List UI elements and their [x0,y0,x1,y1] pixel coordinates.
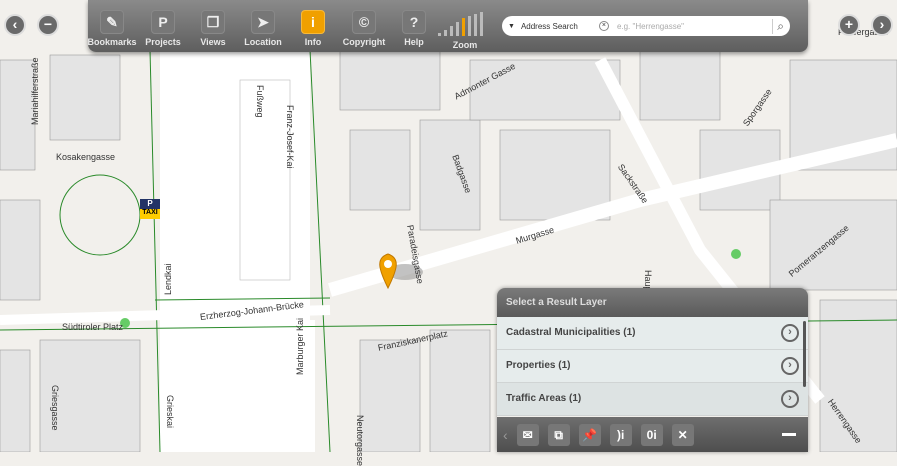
pan-left-button[interactable]: ‹ [4,14,26,36]
help-icon: ? [402,10,426,34]
search-mode-select[interactable]: Address Search [521,22,599,31]
search-icon[interactable]: ⌕ [772,18,784,34]
label: Location [244,37,282,47]
location-arrow-icon: ➤ [251,10,275,34]
copyright-button[interactable]: © Copyright [339,10,389,47]
panel-title: Select a Result Layer [497,288,808,317]
bookmarks-button[interactable]: ✎ Bookmarks [87,10,137,47]
result-row[interactable]: Properties (1) › [497,350,808,383]
zoom-label: Zoom [452,40,478,50]
info-icon: i [301,10,325,34]
result-layer-panel: Select a Result Layer Cadastral Municipa… [497,288,808,452]
chevron-right-icon[interactable]: › [781,390,799,408]
street-label: Mariahilferstraße [30,57,40,125]
dropdown-icon[interactable]: ▼ [508,23,515,30]
back-icon[interactable]: ‹ [503,427,508,443]
chevron-right-icon[interactable]: › [781,324,799,342]
add-layer-icon[interactable]: ⧉ [547,423,570,446]
result-row[interactable]: Cadastral Municipalities (1) › [497,317,808,350]
address-search[interactable]: ▼ Address Search × e.g. "Herrengasse" ⌕ [502,16,790,36]
location-button[interactable]: ➤ Location [238,10,288,47]
zoom-in-button[interactable]: + [838,14,860,36]
views-button[interactable]: ❐ Views [188,10,238,47]
street-label: Südtiroler Platz [62,322,124,332]
search-input[interactable]: e.g. "Herrengasse" [617,22,772,31]
close-icon[interactable]: ✕ [671,423,694,446]
email-icon[interactable]: ✉ [516,423,539,446]
street-label: Fußweg [255,85,265,118]
row-label: Cadastral Municipalities (1) [506,327,636,338]
chevron-right-icon[interactable]: › [781,357,799,375]
street-label: Kosakengasse [56,152,116,162]
taxi-icon: TAXI [140,209,160,219]
projects-button[interactable]: P Projects [138,10,188,47]
street-label: Marburger Kai [295,317,305,375]
row-label: Properties (1) [506,360,571,371]
panel-footer: ‹ ✉ ⧉ 📌 )i 0i ✕ [497,417,808,452]
projects-icon: P [151,10,175,34]
label: Info [304,37,322,47]
label: Copyright [342,37,386,47]
scrollbar[interactable] [803,321,806,387]
street-label: Neutorgasse [355,415,365,466]
street-label: Franz-Josef-Kai [285,105,295,169]
street-label: Lendkai [163,263,173,295]
street-label: Grieskai [165,395,175,429]
polygon-info-icon[interactable]: 0i [640,423,663,446]
label: Help [404,37,424,47]
row-label: Traffic Areas (1) [506,393,582,404]
zoom-out-button[interactable]: − [37,14,59,36]
parking-icon: P [140,199,160,209]
zoom-slider[interactable] [438,12,483,36]
label: Bookmarks [87,37,137,47]
pin-icon[interactable]: 📌 [578,423,601,446]
views-icon: ❐ [201,10,225,34]
line-info-icon[interactable]: )i [609,423,632,446]
pan-right-button[interactable]: › [871,14,893,36]
copyright-icon: © [352,10,376,34]
info-button[interactable]: i Info [288,10,338,47]
label: Views [200,37,226,47]
result-row[interactable]: Traffic Areas (1) › [497,383,808,416]
label: Projects [145,37,181,47]
help-button[interactable]: ? Help [389,10,439,47]
bookmark-icon: ✎ [100,10,124,34]
clear-icon[interactable]: × [598,21,609,31]
main-toolbar: ✎ Bookmarks P Projects ❐ Views ➤ Location iI… [87,0,808,52]
minimize-icon[interactable] [782,433,796,436]
street-label: Griesgasse [50,385,60,431]
